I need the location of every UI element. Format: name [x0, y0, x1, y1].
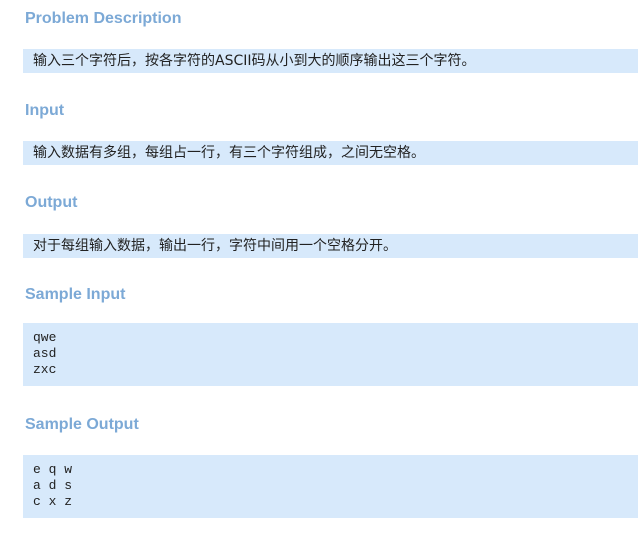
problem-page: Problem Description 输入三个字符后，按各字符的ASCII码从… [0, 0, 638, 534]
description-content: 输入三个字符后，按各字符的ASCII码从小到大的顺序输出这三个字符。 [23, 49, 638, 73]
sample-input-block: qwe asd zxc [23, 323, 638, 386]
sample-output-line: c x z [33, 494, 73, 509]
sample-input-line: qwe [33, 330, 57, 345]
sample-input-line: zxc [33, 362, 57, 377]
output-heading: Output [25, 194, 78, 211]
description-heading: Problem Description [25, 10, 182, 27]
input-heading: Input [25, 102, 65, 119]
sample-output-block: e q w a d s c x z [23, 455, 638, 518]
sample-input-line: asd [33, 346, 57, 361]
input-content: 输入数据有多组，每组占一行，有三个字符组成，之间无空格。 [23, 141, 638, 165]
sample-output-heading: Sample Output [25, 416, 139, 433]
sample-input-heading: Sample Input [25, 286, 126, 303]
sample-output-line: e q w [33, 462, 73, 477]
sample-output-line: a d s [33, 478, 73, 493]
output-content: 对于每组输入数据，输出一行，字符中间用一个空格分开。 [23, 234, 638, 258]
